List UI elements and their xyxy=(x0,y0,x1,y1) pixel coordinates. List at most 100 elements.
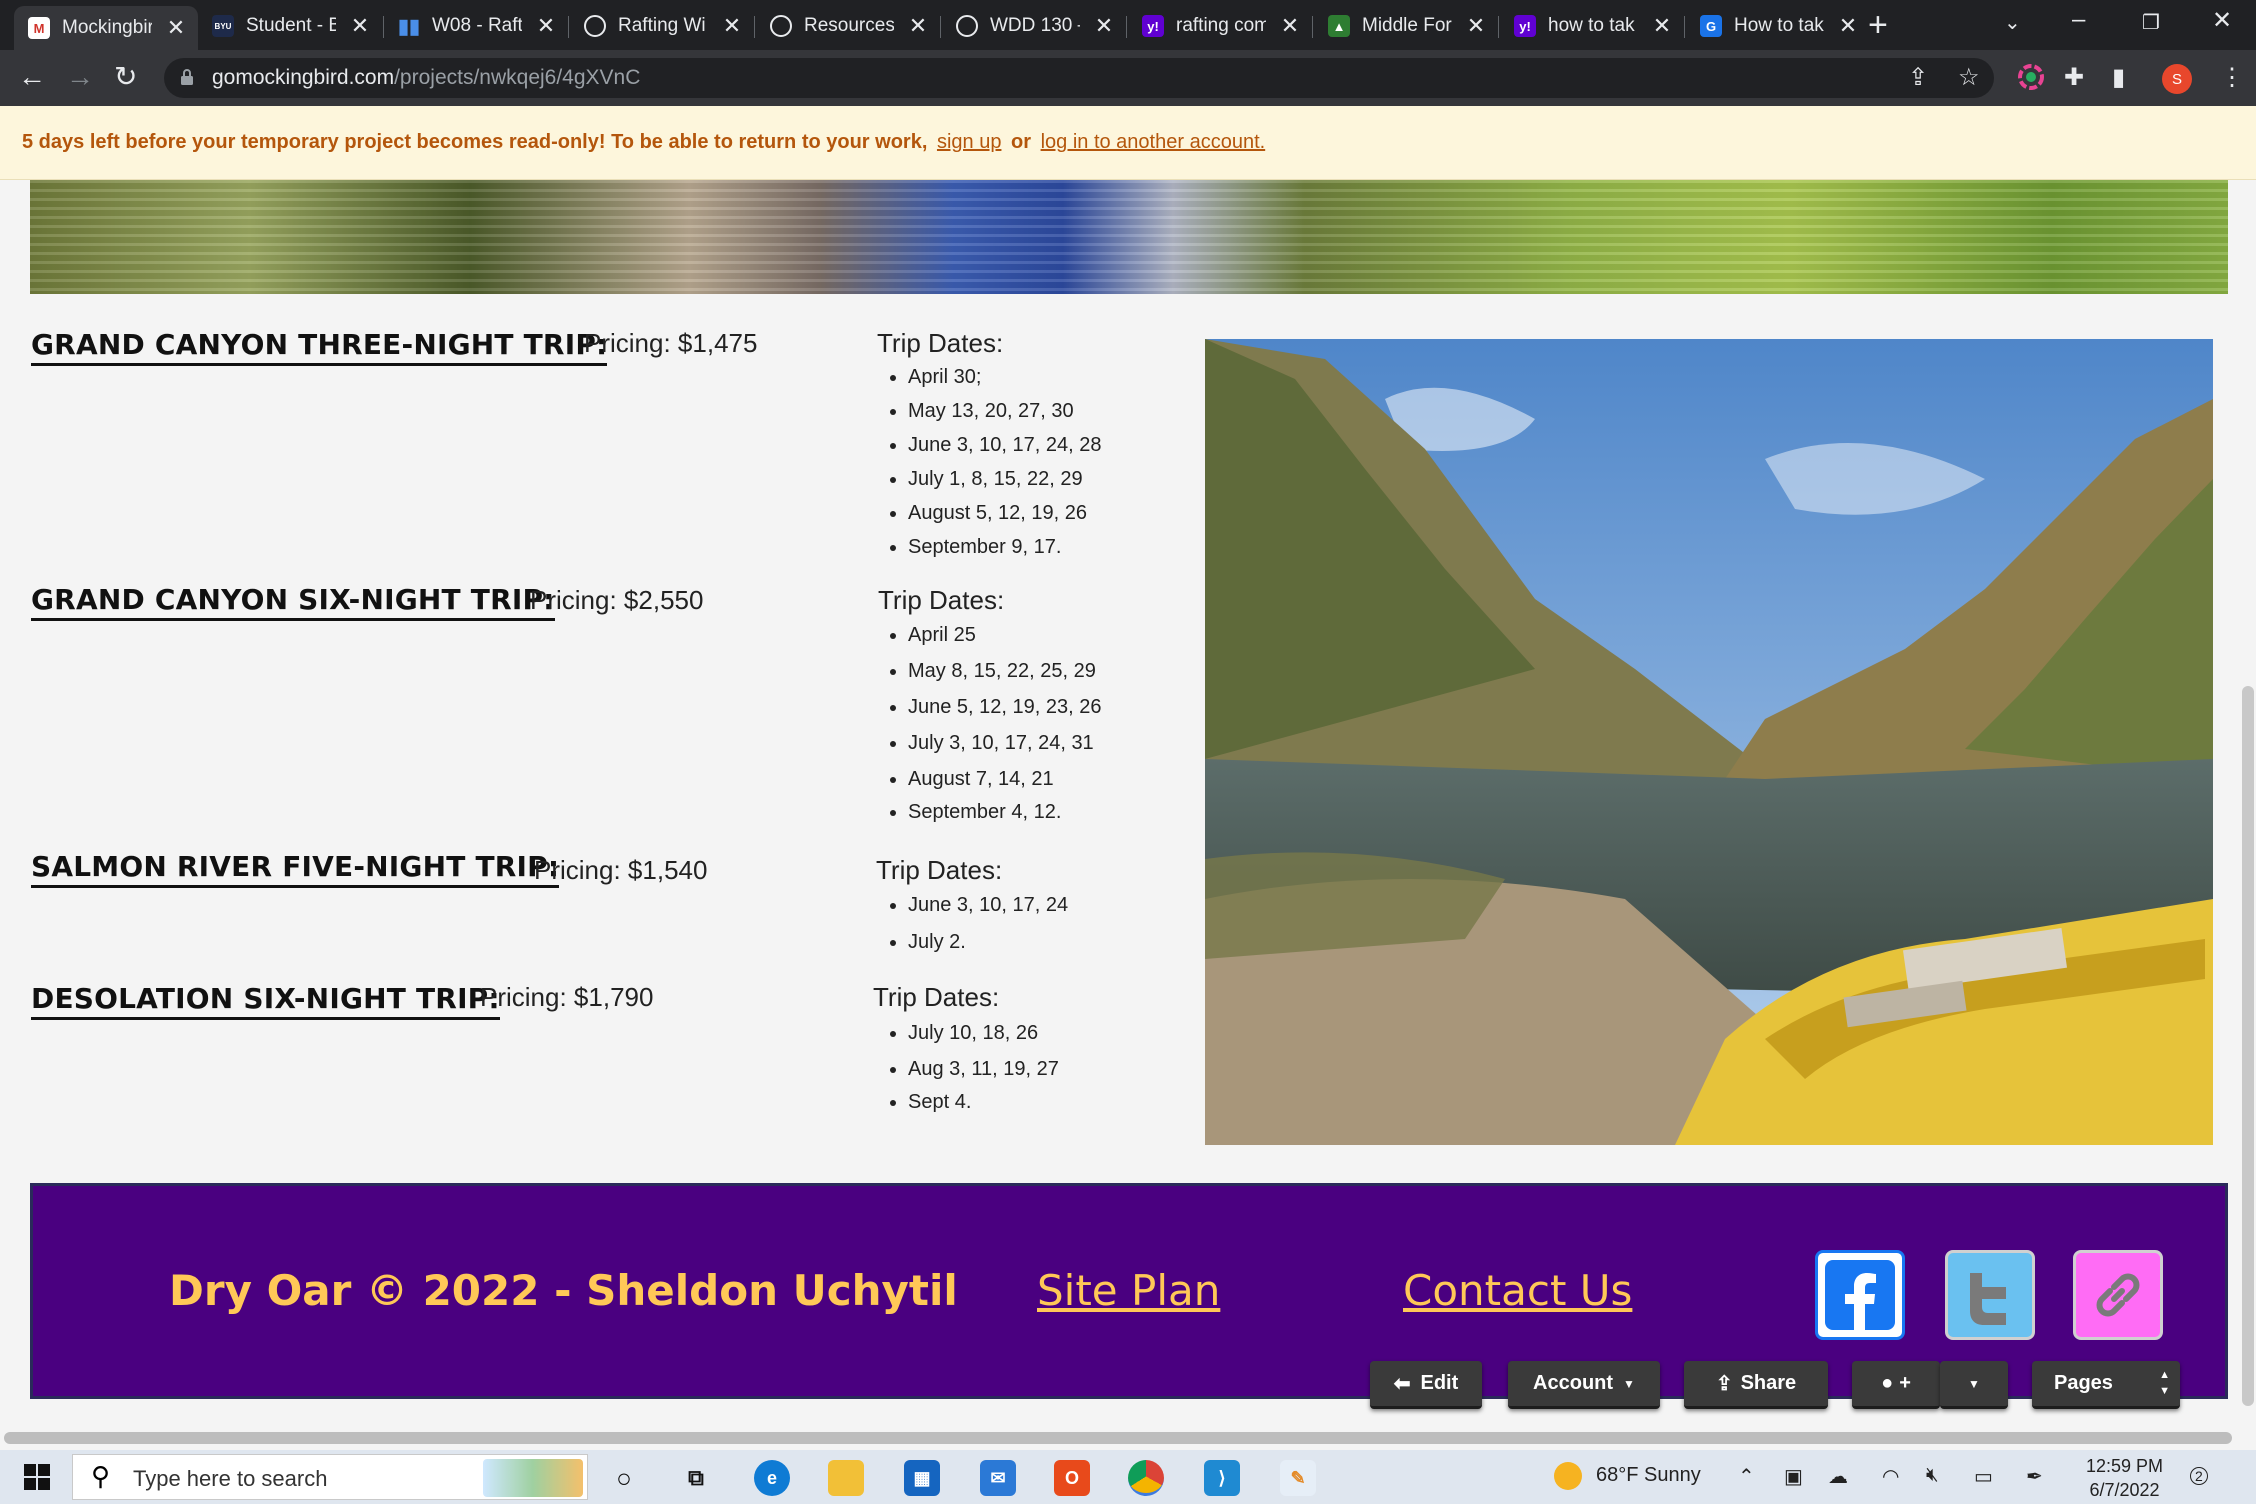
list-item: May 13, 20, 27, 30 xyxy=(908,400,1102,423)
share-page-icon[interactable]: ⇪ xyxy=(1908,64,1928,92)
meet-icon[interactable]: ▣ xyxy=(1784,1464,1803,1489)
comment-button[interactable]: ● + xyxy=(1852,1361,1940,1409)
read-only-notice: 5 days left before your temporary projec… xyxy=(0,106,2256,180)
trip-dates-list: June 3, 10, 17, 24 July 2. xyxy=(878,894,1068,965)
close-icon[interactable]: ✕ xyxy=(908,13,928,39)
tab-rafting-com[interactable]: y! rafting com ✕ xyxy=(1128,6,1312,46)
horizontal-scrollbar[interactable] xyxy=(4,1432,2232,1444)
windows-taskbar: ⚲ Type here to search ○ ⧉ e ▦ ✉ O ⟩ ✎ 68… xyxy=(0,1450,2256,1504)
comment-dropdown-button[interactable]: ▼ xyxy=(1940,1361,2008,1409)
color-extension-icon[interactable] xyxy=(2018,64,2044,97)
close-icon[interactable]: ✕ xyxy=(1094,13,1114,39)
new-tab-button[interactable]: + xyxy=(1868,8,1888,42)
signup-link[interactable]: sign up xyxy=(937,131,1002,153)
paint-icon[interactable]: ✎ xyxy=(1280,1460,1316,1496)
profile-avatar[interactable]: S xyxy=(2162,64,2192,94)
close-icon[interactable]: ✕ xyxy=(1280,13,1300,39)
search-highlight-icon xyxy=(483,1459,583,1497)
chrome-icon[interactable] xyxy=(1128,1460,1164,1496)
chevron-up-icon[interactable]: ⌃ xyxy=(1738,1464,1755,1489)
taskbar-search-input[interactable]: ⚲ Type here to search xyxy=(72,1454,588,1500)
trip-title: SALMON RIVER FIVE-NIGHT TRIP: xyxy=(31,850,560,888)
close-icon[interactable]: ✕ xyxy=(536,13,556,39)
cortana-icon[interactable]: ○ xyxy=(606,1460,642,1496)
address-bar[interactable]: gomockingbird.com/projects/nwkqej6/4gXVn… xyxy=(164,58,1994,98)
close-icon[interactable]: ✕ xyxy=(350,13,370,39)
vertical-scrollbar[interactable] xyxy=(2242,686,2254,1406)
menu-kebab-icon[interactable]: ⋮ xyxy=(2220,64,2244,92)
tab-rafting[interactable]: Rafting Wi ✕ xyxy=(570,6,754,46)
comment-bubble-icon: ● xyxy=(1881,1372,1894,1394)
page-stepper-icon[interactable]: ▲ ▼ xyxy=(2159,1367,2170,1399)
contact-us-link[interactable]: Contact Us xyxy=(1403,1266,1632,1315)
list-item: September 4, 12. xyxy=(908,801,1102,824)
yahoo-icon: y! xyxy=(1142,15,1164,37)
close-window-button[interactable]: ✕ xyxy=(2212,6,2232,35)
tab-resources[interactable]: Resources: ✕ xyxy=(756,6,940,46)
account-button[interactable]: Account ▼ xyxy=(1508,1361,1660,1409)
restore-button[interactable]: ❐ xyxy=(2142,10,2160,35)
list-item: April 25 xyxy=(908,624,1102,647)
close-icon[interactable]: ✕ xyxy=(722,13,742,39)
site-plan-link[interactable]: Site Plan xyxy=(1037,1266,1220,1315)
bookmark-star-icon[interactable]: ☆ xyxy=(1958,64,1980,92)
tab-search-icon[interactable]: ⌄ xyxy=(2004,10,2021,35)
tab-middle-fork[interactable]: ▲ Middle For ✕ xyxy=(1314,6,1498,46)
tab-how-to-2[interactable]: G How to tak ✕ xyxy=(1686,6,1870,46)
tab-student[interactable]: BYU Student - B ✕ xyxy=(198,6,382,46)
byu-icon: BYU xyxy=(212,15,234,37)
tab-w08[interactable]: ▮▮ W08 - Raft ✕ xyxy=(384,6,568,46)
windows-start-icon[interactable] xyxy=(24,1464,50,1490)
twitter-icon[interactable] xyxy=(1945,1250,2035,1340)
globe-icon xyxy=(770,15,792,37)
notification-icon[interactable]: 2 xyxy=(2190,1464,2208,1487)
list-item: April 30; xyxy=(908,366,1102,389)
task-view-icon[interactable]: ⧉ xyxy=(678,1460,714,1496)
mail-icon[interactable]: ✉ xyxy=(980,1460,1016,1496)
back-icon[interactable]: ← xyxy=(18,62,46,92)
search-icon: ⚲ xyxy=(91,1461,111,1491)
weather-text[interactable]: 68°F Sunny xyxy=(1596,1464,1701,1487)
wifi-icon[interactable]: ◠ xyxy=(1882,1464,1899,1489)
battery-icon[interactable]: ▭ xyxy=(1974,1464,1993,1489)
pages-button[interactable]: Pages ▲ ▼ xyxy=(2032,1361,2180,1409)
login-link[interactable]: log in to another account. xyxy=(1041,131,1266,153)
facebook-icon[interactable] xyxy=(1815,1250,1905,1340)
list-item: June 3, 10, 17, 24 xyxy=(908,894,1068,917)
canvas-icon: ▮▮ xyxy=(398,15,421,38)
tab-title: rafting com xyxy=(1176,15,1266,36)
reload-icon[interactable]: ↻ xyxy=(114,62,137,92)
close-icon[interactable]: ✕ xyxy=(1466,13,1486,39)
tab-mockingbird[interactable]: M Mockingbird ✕ xyxy=(14,6,198,50)
list-item: September 9, 17. xyxy=(908,536,1102,559)
close-icon[interactable]: ✕ xyxy=(1838,13,1858,39)
browser-tab-strip: M Mockingbird ✕ BYU Student - B ✕ ▮▮ W08… xyxy=(0,0,2256,50)
caret-down-icon: ▼ xyxy=(1968,1376,1980,1391)
weather-sun-icon[interactable] xyxy=(1554,1462,1582,1490)
trip-dates-heading: Trip Dates: xyxy=(877,328,1004,358)
onedrive-icon[interactable]: ☁ xyxy=(1828,1464,1848,1489)
extensions-puzzle-icon[interactable]: ✚ xyxy=(2064,64,2084,92)
list-item: Aug 3, 11, 19, 27 xyxy=(908,1058,1059,1081)
tab-title: Student - B xyxy=(246,15,336,36)
file-explorer-icon[interactable] xyxy=(828,1460,864,1496)
share-button[interactable]: ⇪ Share xyxy=(1684,1361,1828,1409)
forward-icon[interactable]: → xyxy=(66,62,94,92)
edit-button[interactable]: ⬅ Edit xyxy=(1370,1361,1482,1409)
taskbar-clock[interactable]: 12:59 PM 6/7/2022 xyxy=(2086,1454,2163,1502)
vscode-icon[interactable]: ⟩ xyxy=(1204,1460,1240,1496)
minimize-button[interactable]: – xyxy=(2072,6,2085,34)
pen-icon[interactable]: ✒ xyxy=(2026,1464,2043,1489)
office-icon[interactable]: O xyxy=(1054,1460,1090,1496)
edge-icon[interactable]: e xyxy=(754,1460,790,1496)
close-icon[interactable]: ✕ xyxy=(1652,13,1672,39)
river-canyon-illustration xyxy=(1205,339,2213,1145)
close-icon[interactable]: ✕ xyxy=(166,15,186,41)
store-icon[interactable]: ▦ xyxy=(904,1460,940,1496)
tab-wdd130[interactable]: WDD 130 – ✕ xyxy=(942,6,1126,46)
yahoo-icon: y! xyxy=(1514,15,1536,37)
volume-muted-icon[interactable]: 🔇︎ xyxy=(1926,1464,1939,1487)
side-panel-icon[interactable]: ▮ xyxy=(2112,64,2125,92)
tab-how-to-1[interactable]: y! how to tak ✕ xyxy=(1500,6,1684,46)
link-icon[interactable] xyxy=(2073,1250,2163,1340)
